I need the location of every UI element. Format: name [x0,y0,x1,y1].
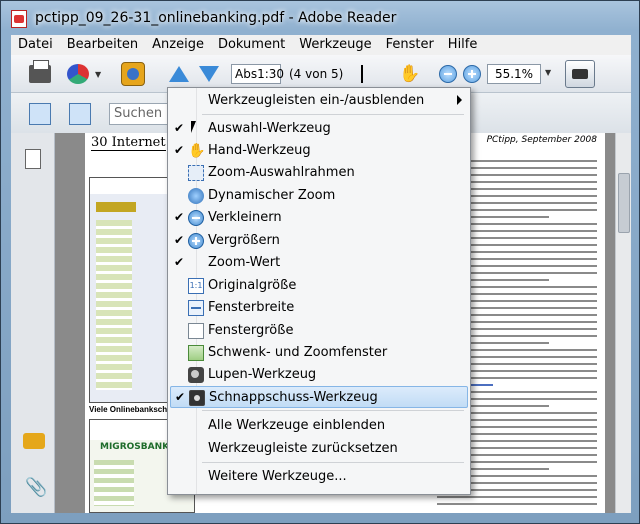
navigation-panel: 📎 [11,133,55,513]
menu-item-8[interactable]: 1:1 Originalgröße [170,275,468,297]
comments-icon[interactable] [23,433,45,449]
menu-item-12[interactable]: Lupen-Werkzeug [170,364,468,386]
zoom-out-icon[interactable] [439,65,457,83]
zoom-out-icon [188,210,204,226]
hand-tool-icon[interactable]: ✋ [399,64,420,84]
menu-item-label: Hand-Werkzeug [208,143,311,158]
previous-page-icon[interactable] [169,66,189,82]
zoom-dropdown-icon[interactable]: ▼ [545,68,551,77]
menu-item-10[interactable]: Fenstergröße [170,320,468,342]
menu-item-label: Fenstergröße [208,323,294,338]
menu-item-2[interactable]: ✔ ✋ Hand-Werkzeug [170,140,468,162]
chevron-down-icon[interactable]: ▼ [95,70,101,79]
pdf-file-icon [11,10,27,28]
secure-tool-icon[interactable] [121,62,145,86]
page-number-input[interactable]: Abs1:30 [231,64,284,84]
menu-separator [202,462,464,463]
next-page-icon[interactable] [199,66,219,82]
select-tool-icon [188,121,204,137]
menu-item-5[interactable]: ✔ Verkleinern [170,207,468,229]
toolbar-context-menu: Werkzeugleisten ein-/ausblenden ✔ Auswahl-… [167,87,471,495]
menu-item-label: Vergrößern [208,233,280,248]
menu-item-label: Verkleinern [208,210,282,225]
menu-item-15[interactable]: Werkzeugleiste zurücksetzen [170,438,468,460]
menu-item-11[interactable]: Schwenk- und Zoomfenster [170,342,468,364]
menu-separator [202,410,464,411]
page-count-label: (4 von 5) [289,67,344,81]
snapshot-tool-icon [189,390,205,406]
menu-item-13[interactable]: ✔ Schnappschuss-Werkzeug [170,386,468,408]
menu-bar: Datei Bearbeiten Anzeige Dokument Werkze… [11,35,631,55]
zoom-marquee-icon [188,165,204,181]
checkmark-icon: ✔ [175,390,186,404]
menu-item-3[interactable]: Zoom-Auswahlrahmen [170,162,468,184]
fit-page-icon[interactable] [29,103,51,125]
scrollbar-thumb[interactable] [618,173,630,233]
fit-width-icon [188,300,204,316]
menu-item-14[interactable]: Alle Werkzeuge einblenden [170,415,468,437]
menu-item-label: Dynamischer Zoom [208,188,336,203]
menu-item-label: Fensterbreite [208,300,295,315]
menu-item-0[interactable]: Werkzeugleisten ein-/ausblenden [170,90,468,112]
menu-item-6[interactable]: ✔ Vergrößern [170,230,468,252]
menu-item-label: Alle Werkzeuge einblenden [208,418,386,433]
menu-dokument[interactable]: Dokument [211,35,292,55]
printer-icon[interactable] [29,60,51,83]
app-window: pctipp_09_26-31_onlinebanking.pdf - Adob… [0,0,640,524]
menu-item-label: Originalgröße [208,278,297,293]
checkmark-icon: ✔ [174,233,185,247]
menu-hilfe[interactable]: Hilfe [441,35,485,55]
actual-size-icon: 1:1 [188,278,204,294]
menu-anzeige[interactable]: Anzeige [145,35,211,55]
pages-icon[interactable] [25,149,41,169]
checkmark-icon: ✔ [174,143,185,157]
paperclip-icon[interactable]: 📎 [25,477,47,498]
select-cursor-icon[interactable] [361,65,377,83]
menu-datei[interactable]: Datei [11,35,60,55]
menu-bearbeiten[interactable]: Bearbeiten [60,35,145,55]
checkmark-icon: ✔ [174,121,185,135]
menu-fenster[interactable]: Fenster [379,35,441,55]
page-header-magazine: PCtipp, September 2008 [486,135,597,145]
menu-item-label: Auswahl-Werkzeug [208,121,331,136]
menu-item-16[interactable]: Weitere Werkzeuge... [170,466,468,488]
text-line [437,496,597,498]
checkmark-icon: ✔ [174,255,185,269]
menu-werkzeuge[interactable]: Werkzeuge [292,35,378,55]
collaborate-icon[interactable] [67,64,89,84]
zoom-in-icon[interactable] [463,65,481,83]
migrosbank-logo: MIGROSBANK [100,442,170,452]
text-line [437,503,597,505]
menu-item-label: Zoom-Wert [208,255,281,270]
zoom-in-icon [188,233,204,249]
menu-item-label: Werkzeugleisten ein-/ausblenden [208,93,425,108]
checkmark-icon: ✔ [174,210,185,224]
page-header-section: 30 Internet [91,135,166,151]
menu-item-label: Schwenk- und Zoomfenster [208,345,388,360]
title-bar[interactable]: pctipp_09_26-31_onlinebanking.pdf - Adob… [1,1,640,35]
fit-width-icon[interactable] [69,103,91,125]
menu-item-9[interactable]: Fensterbreite [170,297,468,319]
dynamic-zoom-icon [188,188,204,204]
loupe-tool-icon [188,367,204,383]
zoom-value-input[interactable]: 55.1% [487,64,541,84]
menu-item-label: Lupen-Werkzeug [208,367,317,382]
menu-item-7[interactable]: ✔ Zoom-Wert [170,252,468,274]
submenu-arrow-icon [457,95,462,105]
menu-item-label: Zoom-Auswahlrahmen [208,165,355,180]
menu-item-label: Werkzeugleiste zurücksetzen [208,441,398,456]
menu-item-label: Schnappschuss-Werkzeug [209,390,378,405]
menu-item-4[interactable]: Dynamischer Zoom [170,185,468,207]
menu-item-label: Weitere Werkzeuge... [208,469,347,484]
window-title: pctipp_09_26-31_onlinebanking.pdf - Adob… [35,10,397,26]
fit-window-icon [188,323,204,339]
snapshot-tool-icon[interactable] [565,60,595,88]
pan-zoom-window-icon [188,345,204,361]
vertical-scrollbar[interactable] [615,133,631,513]
hand-tool-icon: ✋ [188,143,206,159]
menu-item-1[interactable]: ✔ Auswahl-Werkzeug [170,118,468,140]
menu-separator [202,114,464,115]
